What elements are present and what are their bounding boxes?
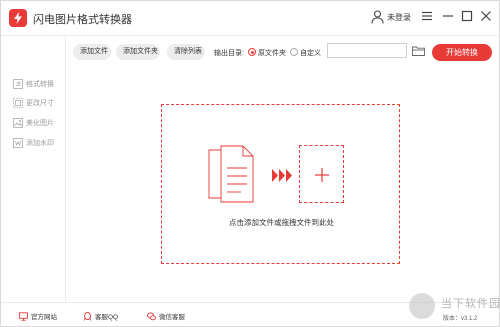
- menu-icon[interactable]: [420, 9, 434, 23]
- app-window: 闪电图片格式转换器 未登录 格式转换 更改尺寸 美化图片 添加水印 添加文件 添…: [0, 0, 500, 327]
- footer-link-qq[interactable]: 客服QQ: [83, 310, 118, 322]
- watermark-logo-icon: [409, 293, 435, 319]
- drop-hint-text: 点击添加文件或拖拽文件到此处: [229, 218, 334, 227]
- sidebar-item-label: 格式转换: [26, 81, 54, 88]
- output-path-input[interactable]: [327, 43, 407, 58]
- beautify-icon: [13, 118, 23, 128]
- sidebar-item-label: 美化图片: [26, 120, 54, 127]
- watermark-text: 当下软件园: [441, 298, 500, 310]
- toolbar: 添加文件 添加文件夹 清除列表 输出目录: 原文件夹 自定义 开始转换: [67, 36, 499, 68]
- format-convert-icon: [13, 79, 23, 89]
- app-logo: [9, 9, 27, 27]
- radio-custom-folder[interactable]: [290, 48, 298, 56]
- resize-icon: [13, 98, 23, 108]
- add-file-button[interactable]: 添加文件: [73, 44, 111, 60]
- sidebar: 格式转换 更改尺寸 美化图片 添加水印: [1, 36, 66, 302]
- login-button[interactable]: 未登录: [371, 9, 411, 25]
- lightning-icon: [14, 12, 22, 24]
- plus-icon: [315, 168, 329, 182]
- add-file-target[interactable]: [299, 145, 344, 203]
- website-icon: [19, 311, 28, 321]
- sidebar-item-format-convert[interactable]: 格式转换: [13, 78, 54, 90]
- footer-link-label: 官方网站: [31, 314, 57, 321]
- app-title: 闪电图片格式转换器: [33, 14, 132, 26]
- radio-source-folder-label[interactable]: 原文件夹: [258, 48, 286, 58]
- close-icon[interactable]: [479, 9, 493, 23]
- sidebar-item-beautify[interactable]: 美化图片: [13, 117, 54, 129]
- radio-source-folder[interactable]: [248, 48, 256, 56]
- triple-arrow-icon: [272, 169, 292, 182]
- documents-icon: [208, 145, 254, 203]
- folder-icon[interactable]: [412, 46, 425, 56]
- footer-link-wechat[interactable]: 微信客服: [147, 310, 185, 322]
- minimize-icon[interactable]: [441, 9, 455, 23]
- login-status-label: 未登录: [387, 12, 411, 22]
- footer-link-website[interactable]: 官方网站: [19, 310, 57, 322]
- wechat-icon: [147, 312, 156, 320]
- start-convert-button[interactable]: 开始转换: [432, 44, 492, 61]
- radio-custom-folder-label[interactable]: 自定义: [300, 48, 321, 58]
- site-watermark: 当下软件园: [405, 287, 500, 325]
- output-dir-label: 输出目录:: [214, 50, 244, 57]
- sidebar-item-label: 添加水印: [26, 140, 54, 147]
- sidebar-item-label: 更改尺寸: [26, 100, 54, 107]
- footer-link-label: 客服QQ: [95, 314, 119, 321]
- file-drop-zone[interactable]: 点击添加文件或拖拽文件到此处: [161, 104, 400, 264]
- watermark-icon: [13, 138, 23, 148]
- clear-list-button[interactable]: 清除列表: [167, 44, 205, 60]
- sidebar-item-watermark[interactable]: 添加水印: [13, 137, 54, 149]
- sidebar-item-resize[interactable]: 更改尺寸: [13, 97, 54, 109]
- title-bar: 闪电图片格式转换器 未登录: [1, 1, 499, 35]
- add-folder-button[interactable]: 添加文件夹: [116, 44, 160, 60]
- qq-icon: [83, 311, 92, 321]
- user-icon: [371, 10, 384, 24]
- maximize-icon[interactable]: [460, 9, 474, 23]
- footer-link-label: 微信客服: [159, 314, 185, 321]
